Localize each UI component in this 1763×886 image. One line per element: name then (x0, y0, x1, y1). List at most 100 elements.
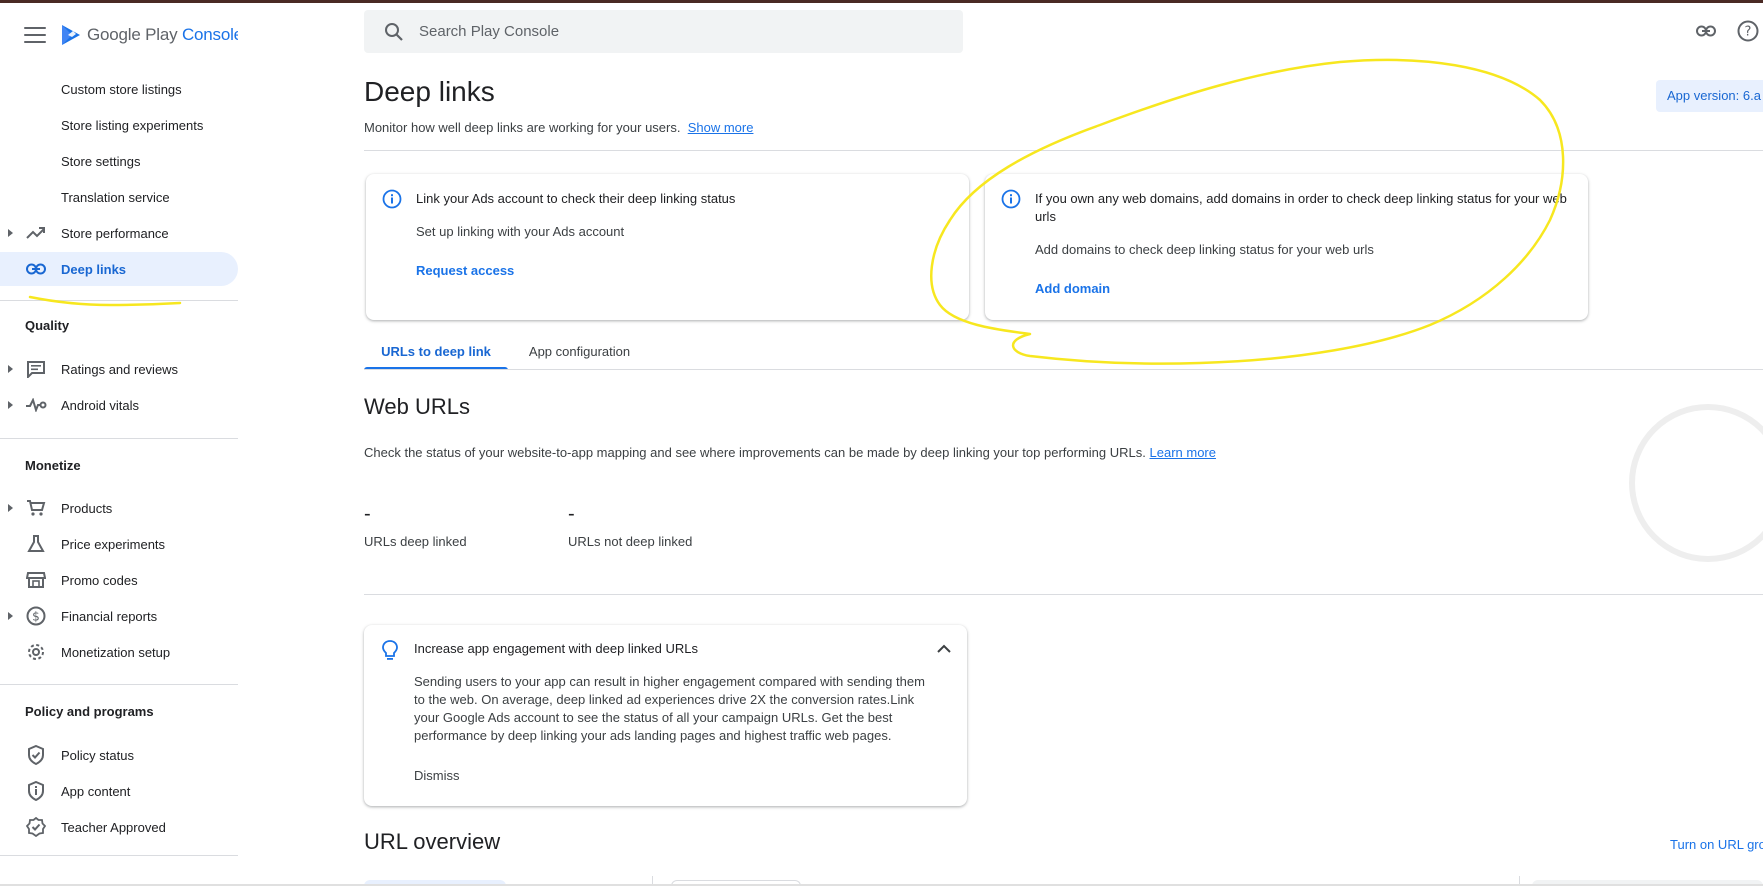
search-input[interactable] (419, 23, 919, 40)
urls-deep-linked-value: - (364, 503, 371, 525)
sidebar-item-android-vitals[interactable]: Android vitals (0, 388, 238, 422)
sidebar-item-label: Custom store listings (61, 81, 182, 97)
info-icon (1001, 189, 1021, 209)
tip-title: Increase app engagement with deep linked… (414, 641, 699, 656)
review-icon (25, 358, 47, 380)
lightbulb-icon (382, 640, 398, 660)
section-title-web-urls: Web URLs (364, 394, 470, 419)
link-icon (1696, 25, 1716, 37)
dismiss-button[interactable]: Dismiss (414, 768, 460, 783)
sidebar-item-promo-codes[interactable]: Promo codes (0, 563, 238, 597)
menu-icon[interactable] (24, 27, 46, 43)
expand-caret-icon[interactable] (8, 504, 13, 512)
gear-icon (25, 641, 47, 663)
ads-link-card: Link your Ads account to check their dee… (366, 174, 969, 320)
urls-not-deep-linked-label: URLs not deep linked (568, 534, 693, 549)
card-body: Add domains to check deep linking status… (1035, 242, 1374, 257)
card-title: If you own any web domains, add domains … (1035, 191, 1567, 224)
loading-spinner (1629, 404, 1763, 562)
page-subtitle: Monitor how well deep links are working … (364, 120, 753, 135)
sidebar-item-label: Price experiments (61, 536, 166, 552)
cart-icon (25, 497, 47, 519)
sidebar-item-label: Teacher Approved (61, 819, 166, 835)
sidebar-item-label: Products (61, 500, 113, 516)
svg-text:?: ? (1745, 25, 1752, 40)
sidebar-item-financial-reports[interactable]: $ Financial reports (0, 599, 238, 633)
sidebar-item-label: Promo codes (61, 572, 138, 588)
tip-body: Sending users to your app can result in … (414, 674, 925, 743)
copy-link-button[interactable] (1694, 19, 1718, 43)
web-urls-description: Check the status of your website-to-app … (364, 445, 1216, 460)
expand-caret-icon[interactable] (8, 365, 13, 373)
help-button[interactable]: ? (1736, 19, 1760, 43)
search-bar[interactable] (364, 10, 963, 53)
sidebar-item-label: Store performance (61, 225, 169, 241)
tab-urls-to-deep-link[interactable]: URLs to deep link (364, 338, 508, 370)
brand-name: Google Play Console (87, 25, 238, 44)
svg-text:$: $ (32, 610, 40, 624)
brand: Google Play Console (24, 21, 238, 49)
sidebar-section-quality: Quality (25, 318, 70, 333)
header-divider (364, 150, 1763, 151)
sidebar-item-label: Deep links (61, 261, 127, 277)
card-title: Link your Ads account to check their dee… (416, 191, 736, 206)
sidebar-item-store-settings[interactable]: Store settings (0, 144, 238, 178)
shield-check-icon (25, 744, 47, 766)
sidebar-item-label: Financial reports (61, 608, 158, 624)
page-title: Deep links (364, 76, 495, 107)
info-icon (382, 189, 402, 209)
dollar-circle-icon: $ (25, 605, 47, 627)
expand-caret-icon[interactable] (8, 612, 13, 620)
shield-info-icon (25, 780, 47, 802)
sidebar-item-policy-status[interactable]: Policy status (0, 738, 238, 772)
section-divider (364, 594, 1763, 595)
page-subtitle-text: Monitor how well deep links are working … (364, 120, 681, 135)
search-icon (385, 22, 403, 41)
sidebar-item-ratings-and-reviews[interactable]: Ratings and reviews (0, 352, 238, 386)
trending-up-icon (25, 222, 47, 244)
link-icon (25, 258, 47, 280)
app-version-chip[interactable]: App version: 6.a (1656, 80, 1763, 112)
chevron-up-icon[interactable] (934, 639, 954, 659)
flask-icon (25, 533, 47, 555)
sidebar-item-label: Store listing experiments (61, 117, 204, 133)
sidebar-item-label: Monetization setup (61, 644, 171, 660)
request-access-button[interactable]: Request access (416, 263, 514, 278)
add-domains-card: If you own any web domains, add domains … (985, 174, 1588, 320)
sidebar-item-app-content[interactable]: App content (0, 774, 238, 808)
sidebar-item-label: Android vitals (61, 397, 140, 413)
sidebar-item-deep-links[interactable]: Deep links (0, 252, 238, 286)
sidebar-item-label: Store settings (61, 153, 141, 169)
sidebar-item-price-experiments[interactable]: Price experiments (0, 527, 238, 561)
help-icon: ? (1737, 20, 1759, 42)
sidebar-item-teacher-approved[interactable]: Teacher Approved (0, 810, 238, 844)
sidebar-item-store-performance[interactable]: Store performance (0, 216, 238, 250)
sidebar-item-store-listing-experiments[interactable]: Store listing experiments (0, 108, 238, 142)
sidebar-item-label: Policy status (61, 747, 134, 763)
sidebar-divider (0, 300, 238, 301)
sidebar-section-policy: Policy and programs (25, 704, 154, 719)
sidebar-item-label: Ratings and reviews (61, 361, 179, 377)
sidebar-divider (0, 438, 238, 439)
urls-not-deep-linked-value: - (568, 503, 575, 525)
storefront-icon (25, 569, 47, 591)
sidebar-item-products[interactable]: Products (0, 491, 238, 525)
sidebar-item-monetization-setup[interactable]: Monetization setup (0, 635, 238, 669)
sidebar-item-custom-store-listings[interactable]: Custom store listings (0, 72, 238, 106)
expand-caret-icon[interactable] (8, 229, 13, 237)
show-more-link[interactable]: Show more (688, 120, 754, 135)
window-top-border (0, 0, 1763, 3)
tab-app-configuration[interactable]: App configuration (512, 338, 647, 370)
expand-caret-icon[interactable] (8, 401, 13, 409)
add-domain-button[interactable]: Add domain (1035, 281, 1110, 296)
play-console-logo-icon (62, 25, 80, 45)
turn-on-url-groups-button[interactable]: Turn on URL gro (1670, 837, 1763, 852)
card-body: Set up linking with your Ads account (416, 224, 625, 239)
engagement-tip-card: Increase app engagement with deep linked… (364, 625, 967, 806)
sidebar-item-translation-service[interactable]: Translation service (0, 180, 238, 214)
sidebar-item-label: App content (61, 783, 131, 799)
tab-label: App configuration (528, 344, 631, 359)
badge-check-icon (25, 816, 47, 838)
learn-more-link[interactable]: Learn more (1150, 445, 1216, 460)
sidebar-item-label: Translation service (61, 189, 170, 205)
